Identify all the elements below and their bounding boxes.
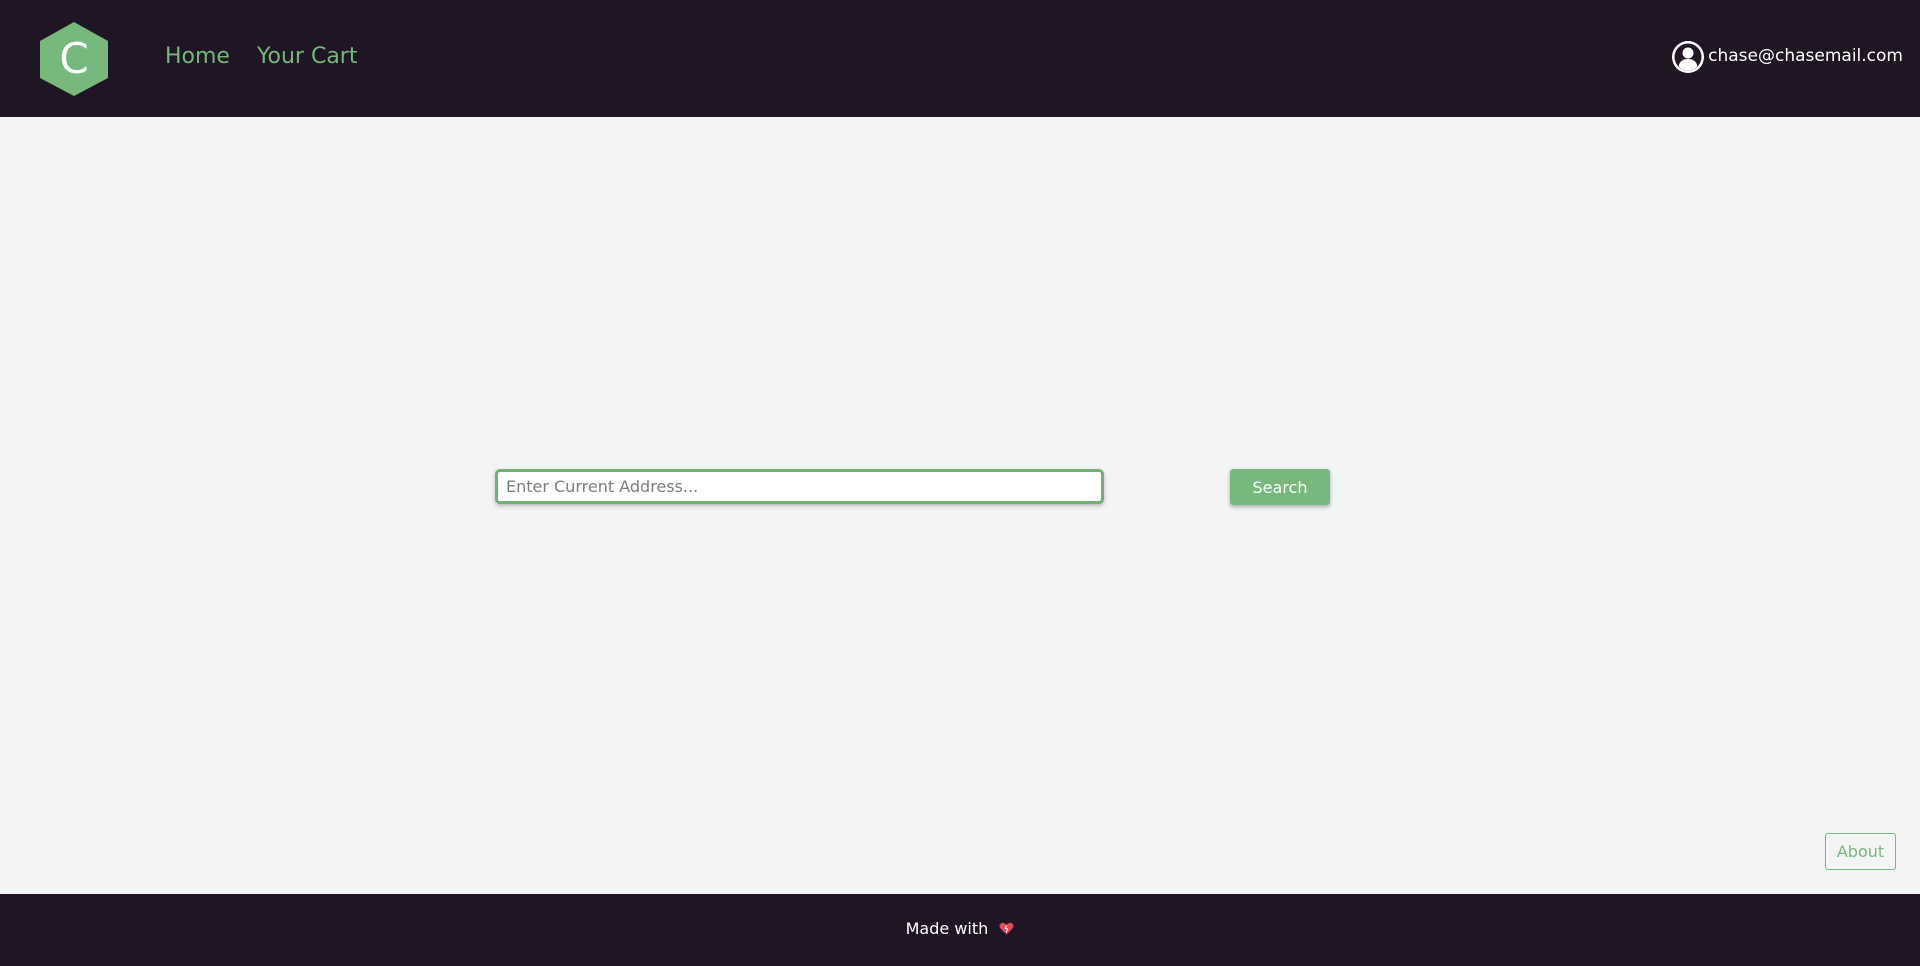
footer-credit: Made with xyxy=(0,919,1920,938)
footer: Made with xyxy=(0,894,1920,966)
nav-home-link[interactable]: Home xyxy=(165,44,230,69)
footer-made-with-text: Made with xyxy=(905,919,989,938)
nav-cart-link[interactable]: Your Cart xyxy=(257,44,357,69)
top-navbar: C Home Your Cart chase@chasemail.com xyxy=(0,0,1920,117)
user-circle-icon[interactable] xyxy=(1671,40,1705,74)
logo-hexagon-icon[interactable]: C xyxy=(39,21,109,97)
heart-icon xyxy=(999,922,1014,935)
user-email[interactable]: chase@chasemail.com xyxy=(1708,46,1903,66)
search-button[interactable]: Search xyxy=(1230,469,1330,505)
address-search-input[interactable] xyxy=(495,469,1104,504)
about-button[interactable]: About xyxy=(1825,833,1896,870)
logo-letter: C xyxy=(59,34,88,83)
